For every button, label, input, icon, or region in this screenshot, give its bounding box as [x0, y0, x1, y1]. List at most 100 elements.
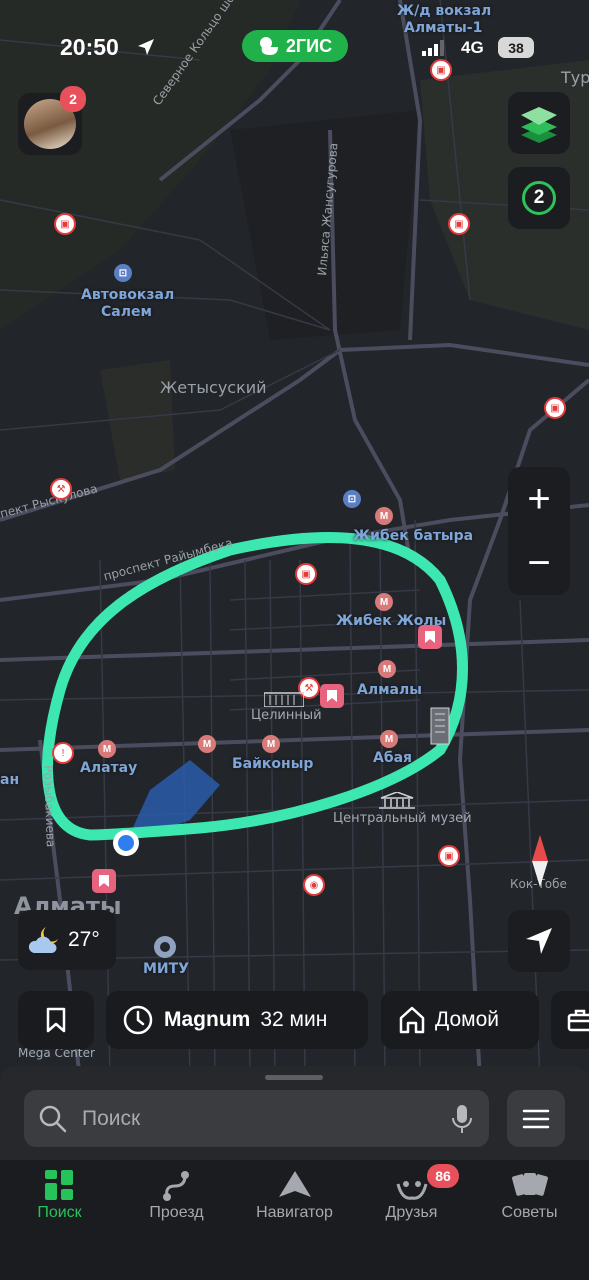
traffic-camera-icon[interactable]: ▣	[544, 397, 566, 419]
navigation-arrow-icon	[526, 928, 552, 954]
tab-label: Навигатор	[256, 1204, 333, 1221]
map-label-avtovokzal: Автовокзал	[81, 287, 175, 303]
metro-icon[interactable]: M	[380, 730, 398, 748]
tab-label: Проезд	[149, 1204, 204, 1221]
sheet-handle[interactable]	[265, 1075, 323, 1080]
metro-icon[interactable]: M	[378, 660, 396, 678]
traffic-camera-icon[interactable]: ▣	[295, 563, 317, 585]
search-icon	[39, 1105, 67, 1132]
bookmark-pin-icon[interactable]	[92, 869, 116, 893]
profile-badge-count: 2	[69, 91, 77, 107]
temperature: 27°	[68, 928, 100, 951]
map-label-almaly: Алмалы	[357, 682, 422, 698]
traffic-camera-icon[interactable]: ▣	[438, 845, 460, 867]
menu-icon	[522, 1109, 550, 1128]
tab-label: Друзья	[385, 1204, 438, 1221]
battery-indicator: 38	[498, 37, 534, 58]
metro-icon[interactable]: M	[375, 507, 393, 525]
map-label-mitu: МИТУ	[143, 961, 189, 977]
clock-icon	[123, 1005, 153, 1035]
bus-station-icon[interactable]: ⊡	[114, 264, 132, 282]
bookmarks-button[interactable]	[18, 991, 94, 1049]
recent-place: Magnum	[164, 1008, 251, 1031]
tab-navigator[interactable]: Навигатор	[236, 1160, 353, 1240]
status-bar: 20:50 2ГИС 4G 38	[0, 0, 589, 95]
my-location-button[interactable]	[508, 910, 570, 972]
location-arrow-icon	[138, 39, 154, 55]
home-label: Домой	[435, 1008, 499, 1031]
map-label-salem: Салем	[101, 304, 152, 320]
friends-badge-count: 86	[435, 1168, 451, 1184]
bookmark-pin-icon[interactable]	[418, 625, 442, 649]
signal-icon	[422, 40, 444, 56]
compass-icon[interactable]	[528, 835, 552, 887]
zoom-in-button[interactable]: +	[508, 467, 570, 531]
tab-friends[interactable]: 86 Друзья	[353, 1160, 470, 1240]
bookmark-pin-icon[interactable]	[320, 684, 344, 708]
microphone-icon[interactable]	[451, 1104, 473, 1134]
layers-icon	[521, 107, 557, 143]
map-label-baikonyr: Байконыр	[232, 756, 314, 772]
speed-camera-icon[interactable]: ◉	[303, 874, 325, 896]
route-icon	[162, 1171, 189, 1201]
tab-bar: Поиск Проезд Навигатор 86 Друзья Советы	[0, 1160, 589, 1280]
map-label-tselinny: Целинный	[251, 708, 322, 723]
road-works-icon[interactable]: ⚒	[50, 478, 72, 500]
briefcase-icon	[567, 1009, 589, 1032]
map-label-abaya: Абая	[373, 750, 413, 766]
map-label-zhibek-batyra: Жибек батыра	[353, 528, 474, 544]
building-icon[interactable]	[264, 691, 304, 707]
app-badge[interactable]: 2ГИС	[242, 30, 348, 62]
tab-label: Советы	[501, 1204, 558, 1221]
museum-icon[interactable]	[377, 792, 417, 810]
map-label-an: ан	[0, 772, 20, 788]
university-icon[interactable]	[152, 935, 178, 963]
plus-icon: +	[527, 476, 551, 521]
search-bar[interactable]	[24, 1090, 489, 1147]
clock: 20:50	[60, 34, 119, 60]
grid-icon	[44, 1170, 73, 1200]
tab-tips[interactable]: Советы	[471, 1160, 588, 1240]
map-label-zhetysu: Жетысуский	[160, 378, 267, 397]
duck-icon	[259, 37, 278, 55]
traffic-level: 2	[533, 187, 545, 208]
warning-icon[interactable]: !	[52, 742, 74, 764]
traffic-camera-icon[interactable]: ▣	[448, 213, 470, 235]
zoom-control: + −	[508, 467, 570, 595]
metro-icon[interactable]: M	[262, 735, 280, 753]
home-icon	[399, 1006, 425, 1034]
menu-button[interactable]	[507, 1090, 565, 1147]
metro-icon[interactable]: M	[198, 735, 216, 753]
recent-eta: 32 мин	[260, 1008, 328, 1031]
network-type: 4G	[461, 38, 484, 57]
traffic-button[interactable]: 2	[508, 167, 570, 229]
tab-label: Поиск	[37, 1204, 82, 1221]
bookmark-icon	[46, 1007, 66, 1033]
tab-route[interactable]: Проезд	[118, 1160, 235, 1240]
map-label-rozybakieva: Розыбакиева	[41, 765, 58, 848]
metro-icon[interactable]: M	[98, 740, 116, 758]
map-label-alatau: Алатау	[80, 760, 138, 776]
tower-icon[interactable]	[429, 706, 451, 746]
tab-search[interactable]: Поиск	[1, 1160, 118, 1240]
minus-icon: −	[527, 540, 551, 585]
navigator-icon	[278, 1171, 311, 1197]
traffic-camera-icon[interactable]: ▣	[54, 213, 76, 235]
bus-stop-icon[interactable]: ⊡	[343, 490, 361, 508]
work-chip[interactable]	[551, 991, 589, 1049]
profile-badge: 2	[60, 86, 86, 112]
map-label-central-museum: Центральный музей	[333, 811, 472, 826]
weather-widget[interactable]: 27°	[18, 910, 116, 970]
metro-icon[interactable]: M	[375, 593, 393, 611]
app-badge-label: 2ГИС	[285, 35, 333, 56]
battery-level: 38	[508, 39, 524, 56]
home-chip[interactable]: Домой	[381, 991, 539, 1049]
cards-icon	[511, 1173, 548, 1196]
zoom-out-button[interactable]: −	[508, 531, 570, 595]
search-input[interactable]	[80, 1105, 424, 1132]
cloud-moon-icon	[28, 927, 58, 953]
layers-button[interactable]	[508, 92, 570, 154]
friends-icon	[396, 1181, 427, 1200]
profile-button[interactable]: 2	[18, 86, 86, 155]
recent-route-chip[interactable]: Magnum 32 мин	[106, 991, 368, 1049]
